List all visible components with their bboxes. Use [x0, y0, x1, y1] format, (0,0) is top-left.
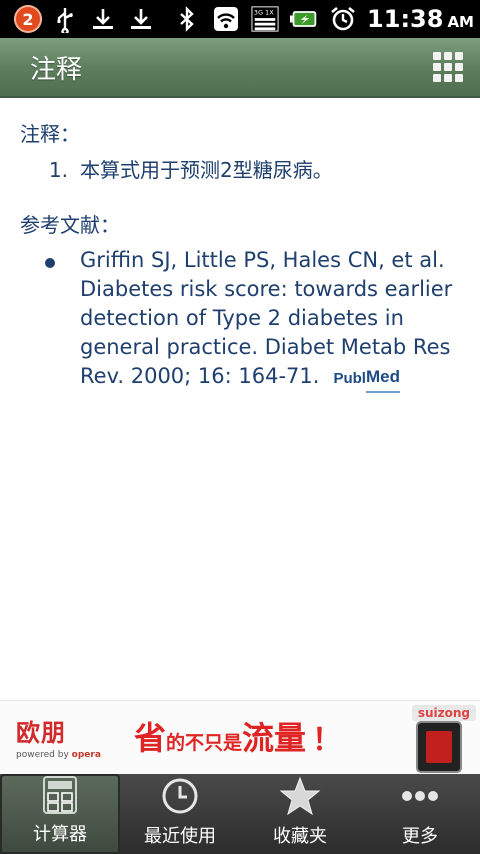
- status-clock: 11:38 AM: [367, 5, 474, 33]
- tab-favorites[interactable]: 收藏夹: [240, 774, 360, 854]
- bottom-tab-bar: 计算器 最近使用 收藏夹 更多: [0, 774, 480, 854]
- ad-slogan: 省的不只是 流量！: [134, 719, 343, 758]
- star-icon: [278, 774, 322, 818]
- download-icon: [126, 4, 156, 34]
- grid-menu-button[interactable]: [432, 51, 464, 83]
- ad-sponsor-label: suizong: [411, 705, 476, 721]
- status-bar: 2 3G 1X 11:38 AM: [0, 0, 480, 38]
- clock-icon: [158, 774, 202, 818]
- notes-list: 1. 本算式用于预测2型糖尿病。: [20, 155, 460, 185]
- tab-calculator[interactable]: 计算器: [0, 774, 120, 854]
- reference-text-block: Griffin SJ, Little PS, Hales CN, et al. …: [80, 246, 460, 393]
- ad-brand: 欧朋: [16, 719, 66, 747]
- notes-heading: 注释：: [20, 122, 80, 146]
- ad-powered-by: powered by opera: [16, 750, 101, 760]
- calculator-icon: [38, 774, 82, 816]
- usb-icon: [50, 4, 80, 34]
- alarm-icon: [328, 4, 358, 34]
- download-icon: [88, 4, 118, 34]
- references-heading: 参考文献：: [20, 213, 120, 237]
- wifi-icon: [211, 4, 241, 34]
- tab-label: 计算器: [33, 824, 87, 845]
- ad-logo: 欧朋 powered by opera: [16, 713, 101, 760]
- ad-banner[interactable]: 欧朋 powered by opera 省的不只是 流量！ suizong: [0, 700, 480, 774]
- note-text: 本算式用于预测2型糖尿病。: [80, 158, 333, 182]
- page-title: 注释: [30, 54, 83, 85]
- bullet-icon: [20, 246, 80, 393]
- title-bar: 注释: [0, 38, 480, 98]
- signal-icon: 3G 1X: [250, 4, 280, 34]
- notification-badge[interactable]: 2: [14, 5, 42, 33]
- tab-label: 最近使用: [144, 826, 216, 847]
- tab-more[interactable]: 更多: [360, 774, 480, 854]
- tab-label: 更多: [402, 826, 438, 847]
- notes-content: 注释： 1. 本算式用于预测2型糖尿病。 参考文献： Griffin SJ, L…: [0, 100, 480, 700]
- grid-icon: [433, 52, 441, 60]
- battery-icon: [289, 4, 319, 34]
- phone-image: [416, 721, 462, 773]
- note-number: 1.: [48, 158, 68, 182]
- reference-item: Griffin SJ, Little PS, Hales CN, et al. …: [20, 246, 460, 393]
- bluetooth-icon: [172, 4, 202, 34]
- network-label: 3G 1X: [254, 8, 274, 16]
- note-item: 1. 本算式用于预测2型糖尿病。: [20, 155, 460, 185]
- tab-recent[interactable]: 最近使用: [120, 774, 240, 854]
- pubmed-link[interactable]: Publ Med: [333, 362, 400, 393]
- tab-label: 收藏夹: [273, 826, 327, 847]
- more-icon: [398, 774, 442, 818]
